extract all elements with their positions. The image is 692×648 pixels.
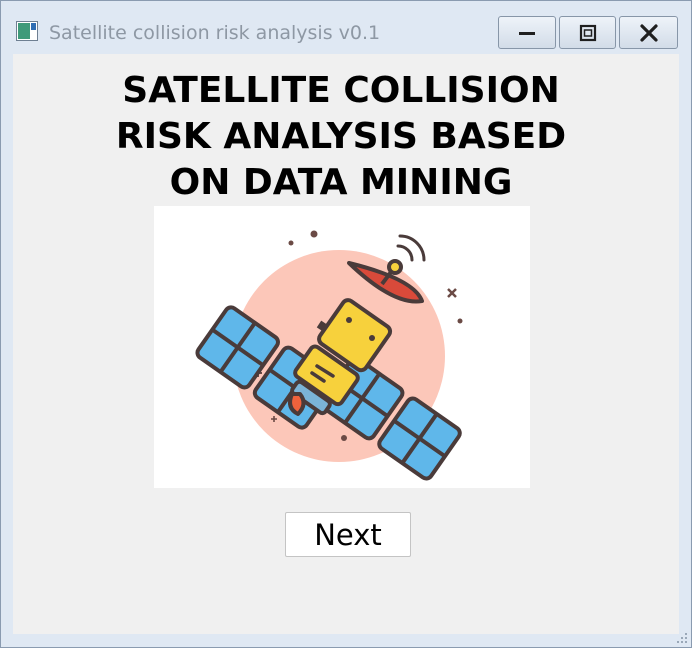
title-line-1: SATELLITE COLLISION bbox=[122, 70, 560, 111]
satellite-illustration bbox=[154, 206, 530, 488]
app-window: Satellite collision risk analysis v0.1 S… bbox=[0, 0, 692, 648]
window-title: Satellite collision risk analysis v0.1 bbox=[49, 22, 381, 44]
minimize-icon bbox=[519, 31, 535, 35]
maximize-button[interactable] bbox=[559, 16, 616, 49]
title-line-2: RISK ANALYSIS BASED bbox=[115, 116, 567, 157]
resize-grip-icon[interactable] bbox=[676, 632, 688, 644]
maximize-icon bbox=[579, 24, 596, 41]
close-icon bbox=[639, 23, 658, 42]
title-bar[interactable]: Satellite collision risk analysis v0.1 bbox=[1, 1, 691, 53]
app-icon bbox=[16, 21, 38, 41]
satellite-image bbox=[195, 230, 463, 481]
page-title: SATELLITE COLLISION RISK ANALYSIS BASED … bbox=[13, 68, 669, 206]
title-line-3: ON DATA MINING bbox=[169, 162, 513, 203]
close-button[interactable] bbox=[619, 16, 678, 49]
main-panel: SATELLITE COLLISION RISK ANALYSIS BASED … bbox=[13, 54, 679, 634]
minimize-button[interactable] bbox=[498, 16, 556, 49]
next-button[interactable]: Next bbox=[285, 512, 411, 557]
